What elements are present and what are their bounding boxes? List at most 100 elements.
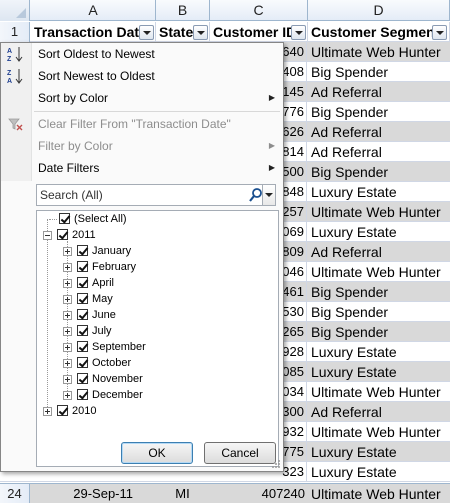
search-dropdown-button[interactable] — [262, 185, 275, 205]
menu-item-label: Sort by Color — [38, 91, 109, 105]
row-number[interactable]: 24 — [0, 484, 30, 503]
filter-dropdown-button[interactable] — [432, 25, 447, 40]
tree-item-month[interactable]: June — [63, 307, 263, 323]
expand-icon[interactable] — [63, 375, 72, 384]
filter-by-color: Filter by Color ▶ — [1, 135, 283, 157]
cell-customer-segment[interactable]: Big Spender — [309, 302, 450, 322]
cell-customer-segment[interactable]: Big Spender — [309, 322, 450, 342]
expand-icon[interactable] — [63, 327, 72, 336]
ok-button[interactable]: OK — [121, 442, 193, 464]
filter-dropdown-button[interactable] — [291, 25, 306, 40]
cell-customer-segment[interactable]: Big Spender — [309, 282, 450, 302]
cell-customer-segment[interactable]: Luxury Estate — [309, 222, 450, 242]
checkbox-checked[interactable] — [77, 389, 88, 400]
expand-icon[interactable] — [63, 279, 72, 288]
cell-customer-segment[interactable]: Ultimate Web Hunter — [309, 422, 450, 442]
checkbox-checked[interactable] — [77, 309, 88, 320]
cell-customer-segment[interactable]: Ultimate Web Hunter — [309, 202, 450, 222]
tree-item-label: September — [92, 341, 146, 353]
cell-transaction-date[interactable]: 29-Sep-11 — [31, 484, 155, 503]
cell-customer-segment[interactable]: Luxury Estate — [309, 462, 450, 482]
tree-item-label: February — [92, 261, 137, 273]
checkbox-checked[interactable] — [77, 245, 88, 256]
submenu-arrow-icon: ▶ — [268, 93, 275, 102]
expand-icon[interactable] — [63, 359, 72, 368]
tree-item-year[interactable]: 2011 — [43, 227, 263, 243]
svg-text:A: A — [7, 48, 12, 55]
tree-item-month[interactable]: November — [63, 371, 263, 387]
cell-customer-segment[interactable]: Ultimate Web Hunter — [309, 484, 450, 503]
column-header-d[interactable]: D — [308, 0, 450, 21]
svg-text:Z: Z — [7, 70, 12, 77]
search-input[interactable] — [37, 185, 247, 205]
tree-item-month[interactable]: July — [63, 323, 263, 339]
expand-icon[interactable] — [63, 391, 72, 400]
sort-ascending-icon: AZ — [7, 46, 25, 63]
sort-by-color[interactable]: Sort by Color ▶ — [1, 87, 283, 109]
column-header-c[interactable]: C — [210, 0, 308, 21]
checkbox-checked[interactable] — [59, 213, 70, 224]
tree-item-month[interactable]: May — [63, 291, 263, 307]
cell-customer-segment[interactable]: Ad Referral — [309, 82, 450, 102]
tree-item-month[interactable]: April — [63, 275, 263, 291]
cell-customer-segment[interactable]: Luxury Estate — [309, 182, 450, 202]
checkbox-checked[interactable] — [77, 261, 88, 272]
cell-state[interactable]: MI — [156, 484, 209, 503]
cell-customer-segment[interactable]: Ultimate Web Hunter — [309, 42, 450, 62]
sort-newest-to-oldest[interactable]: ZA Sort Newest to Oldest — [1, 65, 283, 87]
column-header-b[interactable]: B — [156, 0, 210, 21]
cell-customer-segment[interactable]: Ultimate Web Hunter — [309, 382, 450, 402]
cell-customer-id[interactable]: 407240 — [210, 484, 307, 503]
expand-icon[interactable] — [63, 343, 72, 352]
cell-customer-segment[interactable]: Ad Referral — [309, 402, 450, 422]
tree-item-select-all[interactable]: (Select All) — [49, 211, 269, 227]
checkbox-checked[interactable] — [77, 373, 88, 384]
tree-item-month[interactable]: October — [63, 355, 263, 371]
cell-customer-segment[interactable]: Big Spender — [309, 102, 450, 122]
sort-oldest-to-newest[interactable]: AZ Sort Oldest to Newest — [1, 43, 283, 65]
cell-customer-segment[interactable]: Ad Referral — [309, 122, 450, 142]
cell-customer-segment[interactable]: Ultimate Web Hunter — [309, 262, 450, 282]
table-row[interactable]: 24 29-Sep-11 MI 407240 Ultimate Web Hunt… — [0, 483, 450, 503]
cell-customer-segment[interactable]: Big Spender — [309, 62, 450, 82]
cell-customer-segment[interactable]: Luxury Estate — [309, 442, 450, 462]
select-all-corner[interactable] — [0, 0, 30, 21]
tree-item-month[interactable]: September — [63, 339, 263, 355]
header-transaction-date[interactable]: Transaction Date — [31, 22, 156, 42]
cell-customer-segment[interactable]: Ad Referral — [309, 242, 450, 262]
header-customer-segment[interactable]: Customer Segment — [308, 22, 450, 42]
expand-icon[interactable] — [63, 263, 72, 272]
tree-item-label: July — [92, 325, 112, 337]
column-header-a[interactable]: A — [31, 0, 156, 21]
filter-dropdown-button[interactable] — [139, 25, 154, 40]
svg-text:A: A — [7, 78, 12, 84]
expand-icon[interactable] — [63, 311, 72, 320]
expand-icon[interactable] — [63, 247, 72, 256]
cancel-button[interactable]: Cancel — [204, 442, 276, 464]
checkbox-checked[interactable] — [77, 277, 88, 288]
tree-item-year[interactable]: 2010 — [43, 403, 263, 419]
cell-customer-segment[interactable]: Luxury Estate — [309, 342, 450, 362]
checkbox-checked[interactable] — [57, 229, 68, 240]
tree-item-month[interactable]: December — [63, 387, 263, 403]
cell-customer-segment[interactable]: Big Spender — [309, 162, 450, 182]
checkbox-checked[interactable] — [77, 325, 88, 336]
expand-icon[interactable] — [63, 295, 72, 304]
collapse-icon[interactable] — [43, 231, 52, 240]
filter-dropdown-button[interactable] — [193, 25, 208, 40]
tree-item-label: April — [92, 277, 115, 289]
cell-customer-segment[interactable]: Ad Referral — [309, 142, 450, 162]
tree-item-month[interactable]: January — [63, 243, 263, 259]
cell-customer-segment[interactable]: Luxury Estate — [309, 362, 450, 382]
tree-item-month[interactable]: February — [63, 259, 263, 275]
row-number[interactable]: 1 — [0, 22, 30, 42]
checkbox-checked[interactable] — [77, 341, 88, 352]
filter-value-tree: (Select All) 2011 January February April Ma… — [36, 210, 279, 467]
checkbox-checked[interactable] — [57, 405, 68, 416]
checkbox-checked[interactable] — [77, 293, 88, 304]
menu-item-label: Sort Newest to Oldest — [38, 69, 155, 83]
resize-grip-icon[interactable] — [271, 459, 281, 469]
expand-icon[interactable] — [43, 407, 52, 416]
date-filters[interactable]: Date Filters ▶ — [1, 157, 283, 179]
checkbox-checked[interactable] — [77, 357, 88, 368]
